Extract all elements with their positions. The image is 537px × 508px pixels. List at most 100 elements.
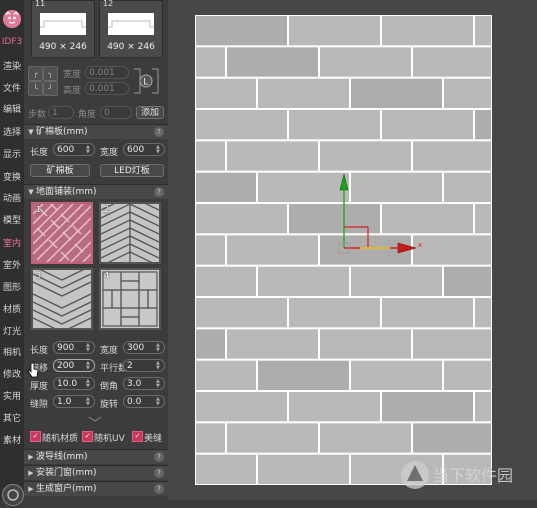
brick-tile	[196, 78, 256, 108]
nav-item[interactable]: 实用	[0, 389, 24, 402]
corner-top-left-icon[interactable]: ┌	[28, 66, 43, 81]
tile-offset-input[interactable]: 200 ▲ ▼	[53, 359, 95, 372]
transform-gizmo[interactable]: y x	[330, 168, 430, 258]
tile-thickness-value: 10.0	[57, 379, 78, 389]
random-uv-label: 随机UV	[94, 434, 125, 444]
help-icon[interactable]: ?	[154, 127, 164, 137]
random-uv-checkbox[interactable]: ✓	[82, 431, 93, 442]
step-value: 1	[52, 108, 58, 118]
section-waveguide-header[interactable]: ▶ 波导线(mm) ?	[24, 449, 168, 464]
corner-top-right-icon[interactable]: ┐	[43, 66, 58, 81]
brick-tile	[320, 47, 411, 77]
nav-item[interactable]: 渲染	[0, 59, 24, 72]
nav-item[interactable]: 室内	[0, 236, 24, 249]
brick-tile	[196, 141, 225, 171]
section-title: 矿棉板(mm)	[36, 127, 88, 137]
led-panel-button[interactable]: LED灯板	[100, 164, 164, 177]
settings-circle-icon[interactable]	[2, 484, 24, 506]
section-generate-windows-header[interactable]: ▶ 生成窗户(mm) ?	[24, 481, 168, 496]
herringbone-pattern-icon	[32, 201, 92, 263]
link-bracket-icon[interactable]: L	[132, 66, 160, 96]
spinner-icon[interactable]: ▲ ▼	[86, 379, 93, 389]
help-icon[interactable]: ?	[154, 468, 164, 478]
brick-tile	[258, 266, 349, 296]
help-icon[interactable]: ?	[154, 484, 164, 494]
tile-thickness-input[interactable]: 10.0 ▲ ▼	[53, 377, 95, 390]
brick-tile	[289, 16, 380, 46]
tile-length-input[interactable]: 900 ▲ ▼	[53, 341, 95, 354]
section-floor-tiling-header[interactable]: ▼ 地面铺装(mm) ?	[24, 184, 168, 199]
preset-thumbnail[interactable]: 11 490 × 246	[31, 0, 95, 58]
axis-x-label: x	[418, 241, 422, 249]
add-button[interactable]: 添加	[136, 106, 164, 119]
spinner-icon[interactable]: ▲ ▼	[86, 361, 93, 371]
pattern-chevron[interactable]: 2	[99, 195, 161, 267]
nav-item[interactable]: 模型	[0, 213, 24, 226]
L-badge: L	[143, 78, 148, 88]
nav-item[interactable]: 选择	[0, 125, 24, 138]
pattern-parquet[interactable]: 4	[99, 268, 161, 330]
spinner-icon[interactable]: ▲ ▼	[156, 397, 163, 407]
spinner-icon[interactable]: ▲ ▼	[86, 343, 93, 353]
brick-tile	[351, 360, 442, 390]
nav-item[interactable]: 文件	[0, 81, 24, 94]
nav-item[interactable]: 编辑	[0, 102, 24, 115]
spinner-icon[interactable]: ▲ ▼	[86, 145, 93, 155]
expand-arrow-icon: ▶	[28, 485, 34, 493]
brand-logo-icon[interactable]	[3, 10, 21, 28]
spinner-icon[interactable]: ▲ ▼	[156, 379, 163, 389]
corner-bottom-left-icon[interactable]: └	[28, 81, 43, 96]
tile-chamfer-input[interactable]: 3.0 ▲ ▼	[123, 377, 165, 390]
help-icon[interactable]: ?	[154, 187, 164, 197]
transform-height-input[interactable]: 0.001	[85, 82, 129, 95]
section-mineral-board-header[interactable]: ▼ 矿棉板(mm) ?	[24, 124, 168, 139]
width-label: 宽度	[63, 70, 82, 80]
spinner-icon[interactable]: ▲ ▼	[156, 343, 163, 353]
tile-rows-input[interactable]: 2 ▲ ▼	[123, 359, 165, 372]
help-icon[interactable]: ?	[154, 452, 164, 462]
transform-width-input[interactable]: 0.001	[85, 66, 129, 79]
brick-tile	[196, 298, 287, 328]
tile-rotate-input[interactable]: 0.0 ▲ ▼	[123, 395, 165, 408]
spinner-icon[interactable]: ▲ ▼	[156, 145, 163, 155]
seam-checkbox[interactable]: ✓	[132, 431, 143, 442]
tile-gap-input[interactable]: 1.0 ▲ ▼	[53, 395, 95, 408]
pattern-chevron-alt[interactable]: 3	[31, 265, 93, 333]
brick-tile	[227, 47, 318, 77]
tile-width-input[interactable]: 300 ▲ ▼	[123, 341, 165, 354]
nav-item[interactable]: 素材	[0, 433, 24, 446]
nav-item[interactable]: 动画	[0, 191, 24, 204]
preset-thumbnail[interactable]: 12 490 × 246	[99, 0, 163, 58]
brick-tile	[444, 78, 491, 108]
random-material-checkbox[interactable]: ✓	[30, 431, 41, 442]
mineral-width-input[interactable]: 600 ▲ ▼	[123, 143, 165, 156]
pattern-herringbone-selected[interactable]: 1	[31, 201, 93, 264]
nav-item[interactable]: 室外	[0, 258, 24, 271]
brick-tile	[196, 16, 287, 46]
divider-chevron-icon	[88, 415, 102, 422]
random-material-label: 随机材质	[42, 434, 79, 444]
nav-item[interactable]: 灯光	[0, 324, 24, 337]
nav-item[interactable]: 变换	[0, 170, 24, 183]
angle-input[interactable]: 0	[100, 106, 132, 119]
tile-width-value: 300	[127, 343, 145, 353]
step-input[interactable]: 1	[48, 106, 74, 119]
nav-item[interactable]: 材质	[0, 302, 24, 315]
nav-item[interactable]: 显示	[0, 147, 24, 160]
nav-item[interactable]: 其它	[0, 411, 24, 424]
corner-bottom-right-icon[interactable]: ┘	[43, 81, 58, 96]
mineral-board-button[interactable]: 矿棉板	[30, 164, 90, 177]
tile-gap-value: 1.0	[57, 397, 72, 407]
thumbnail-number: 11	[35, 0, 46, 8]
brick-tile	[382, 16, 473, 46]
spinner-icon[interactable]: ▲ ▼	[86, 397, 93, 407]
spinner-icon[interactable]: ▲ ▼	[156, 361, 163, 371]
mineral-length-input[interactable]: 600 ▲ ▼	[53, 143, 95, 156]
nav-item[interactable]: 修改	[0, 367, 24, 380]
thumbnail-dimensions: 490 × 246	[107, 42, 155, 52]
section-title: 安装门窗(mm)	[36, 468, 97, 478]
nav-item[interactable]: 相机	[0, 345, 24, 358]
section-install-doors-header[interactable]: ▶ 安装门窗(mm) ?	[24, 465, 168, 480]
brick-tile	[289, 392, 380, 422]
nav-item[interactable]: 图形	[0, 280, 24, 293]
